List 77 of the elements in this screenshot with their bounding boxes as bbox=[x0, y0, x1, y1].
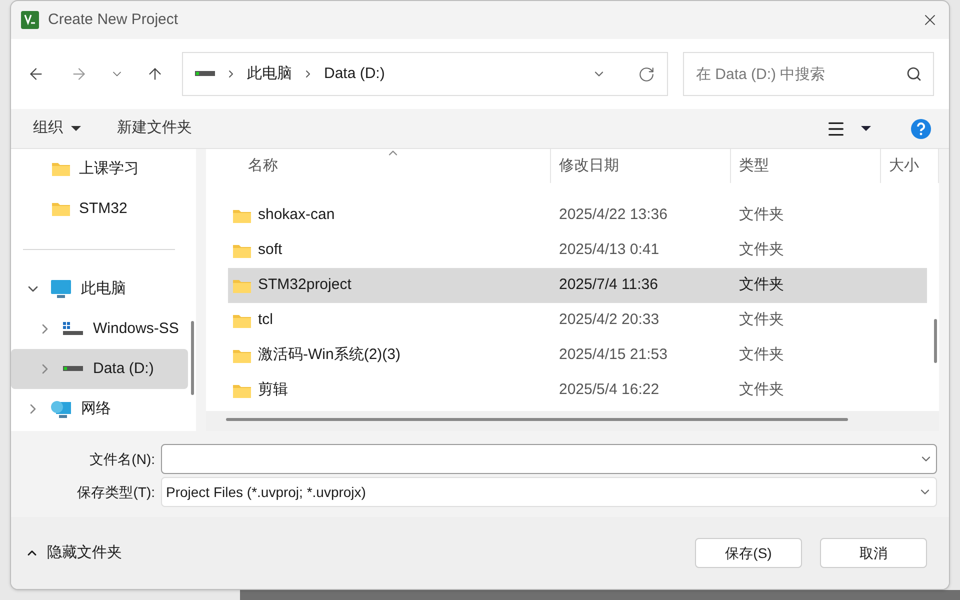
window-title: Create New Project bbox=[48, 10, 178, 30]
folder-icon bbox=[232, 278, 252, 294]
file-name: shokax-can bbox=[258, 205, 335, 226]
item-type: 文件夹 bbox=[738, 380, 784, 400]
folder-icon bbox=[51, 161, 71, 177]
file-row[interactable]: STM32project 2025/7/4 11:36 文件夹 bbox=[228, 268, 927, 303]
tree-label: 此电脑 bbox=[81, 278, 126, 299]
quick-access-label: 上课学习 bbox=[79, 158, 139, 179]
hide-folders-button[interactable]: 隐藏文件夹 bbox=[25, 542, 122, 564]
folder-icon bbox=[232, 242, 252, 258]
cancel-button[interactable]: 取消 bbox=[820, 538, 927, 568]
item-type: 文件夹 bbox=[738, 205, 784, 226]
address-bar[interactable]: 此电脑 Data (D:) bbox=[182, 52, 668, 96]
item-type: 文件夹 bbox=[738, 275, 784, 296]
caret-icon[interactable] bbox=[861, 126, 871, 131]
file-row[interactable]: soft 2025/4/13 0:41 文件夹 bbox=[228, 233, 927, 268]
file-name: 激活码-Win系统(2)(3) bbox=[258, 345, 400, 366]
file-name: tcl bbox=[258, 310, 273, 330]
folder-icon bbox=[51, 201, 71, 217]
dropdown-value: Project Files (*.uvproj; *.uvprojx) bbox=[166, 482, 367, 502]
tree-item[interactable]: 此电脑 bbox=[11, 269, 188, 309]
tree-label: Data (D:) bbox=[93, 358, 154, 379]
column-header[interactable]: 类型 bbox=[731, 149, 881, 183]
item-type: 文件夹 bbox=[738, 310, 784, 330]
column-header[interactable]: 大小 bbox=[881, 149, 939, 183]
column-header[interactable]: 修改日期 bbox=[551, 149, 731, 183]
modified-date: 2025/4/2 20:33 bbox=[558, 310, 660, 330]
file-name: 剪辑 bbox=[258, 380, 288, 400]
folder-icon bbox=[232, 382, 252, 398]
column-header[interactable]: 名称 bbox=[206, 149, 551, 183]
field-label: 文件名(N): bbox=[88, 450, 156, 469]
modified-date: 2025/4/13 0:41 bbox=[558, 240, 660, 260]
item-type: 文件夹 bbox=[738, 345, 784, 366]
drive-icon bbox=[63, 366, 83, 372]
modified-date: 2025/5/4 16:22 bbox=[558, 380, 660, 400]
new-folder-button[interactable]: 新建文件夹 bbox=[117, 117, 192, 140]
breadcrumb-item[interactable]: Data (D:) bbox=[324, 62, 385, 86]
quick-access-item[interactable]: 上课学习 bbox=[11, 149, 196, 189]
folder-icon bbox=[232, 348, 252, 364]
breadcrumb-item[interactable]: 此电脑 bbox=[247, 62, 292, 86]
modified-date: 2025/7/4 11:36 bbox=[558, 275, 659, 296]
folder-icon bbox=[232, 312, 252, 328]
quick-access-label: STM32 bbox=[79, 198, 128, 219]
refresh-icon[interactable] bbox=[638, 66, 655, 82]
caret-icon bbox=[71, 126, 81, 131]
file-name: STM32project bbox=[258, 275, 352, 296]
help-icon[interactable] bbox=[911, 118, 931, 138]
filename-field[interactable] bbox=[161, 444, 937, 474]
tree-label: Windows-SS bbox=[93, 318, 179, 339]
file-row[interactable]: 激活码-Win系统(2)(3) 2025/4/15 21:53 文件夹 bbox=[228, 338, 927, 373]
file-name: soft bbox=[258, 240, 282, 260]
monitor-icon bbox=[50, 279, 72, 299]
file-type-dropdown[interactable]: Project Files (*.uvproj; *.uvprojx) bbox=[161, 477, 937, 507]
field-label: 保存类型(T): bbox=[76, 482, 156, 502]
search-icon[interactable] bbox=[906, 66, 922, 82]
scrollbar-thumb[interactable] bbox=[934, 319, 937, 363]
file-row[interactable]: shokax-can 2025/4/22 13:36 文件夹 bbox=[228, 198, 927, 233]
search-field[interactable]: 在 Data (D:) 中搜索 bbox=[683, 52, 934, 96]
tree-item[interactable]: 网络 bbox=[11, 389, 188, 429]
modified-date: 2025/4/22 13:36 bbox=[558, 205, 668, 226]
folder-icon bbox=[232, 208, 252, 224]
file-row[interactable]: tcl 2025/4/2 20:33 文件夹 bbox=[228, 303, 927, 338]
quick-access-item[interactable]: STM32 bbox=[11, 189, 196, 229]
file-row[interactable]: 剪辑 2025/5/4 16:22 文件夹 bbox=[228, 373, 927, 408]
item-type: 文件夹 bbox=[738, 240, 784, 260]
modified-date: 2025/4/15 21:53 bbox=[558, 345, 668, 366]
drive-icon bbox=[62, 321, 84, 337]
scrollbar-thumb[interactable] bbox=[191, 321, 194, 395]
organize-menu-button[interactable]: 组织 bbox=[33, 117, 81, 140]
drive-icon bbox=[195, 71, 215, 77]
save-button[interactable]: 保存(S) bbox=[695, 538, 802, 568]
app-logo-icon bbox=[21, 11, 39, 29]
network-icon bbox=[50, 399, 72, 419]
tree-item[interactable]: Windows-SS bbox=[11, 309, 188, 349]
tree-item[interactable]: Data (D:) bbox=[11, 349, 188, 389]
tree-label: 网络 bbox=[81, 398, 111, 419]
scrollbar-thumb[interactable] bbox=[226, 418, 848, 421]
